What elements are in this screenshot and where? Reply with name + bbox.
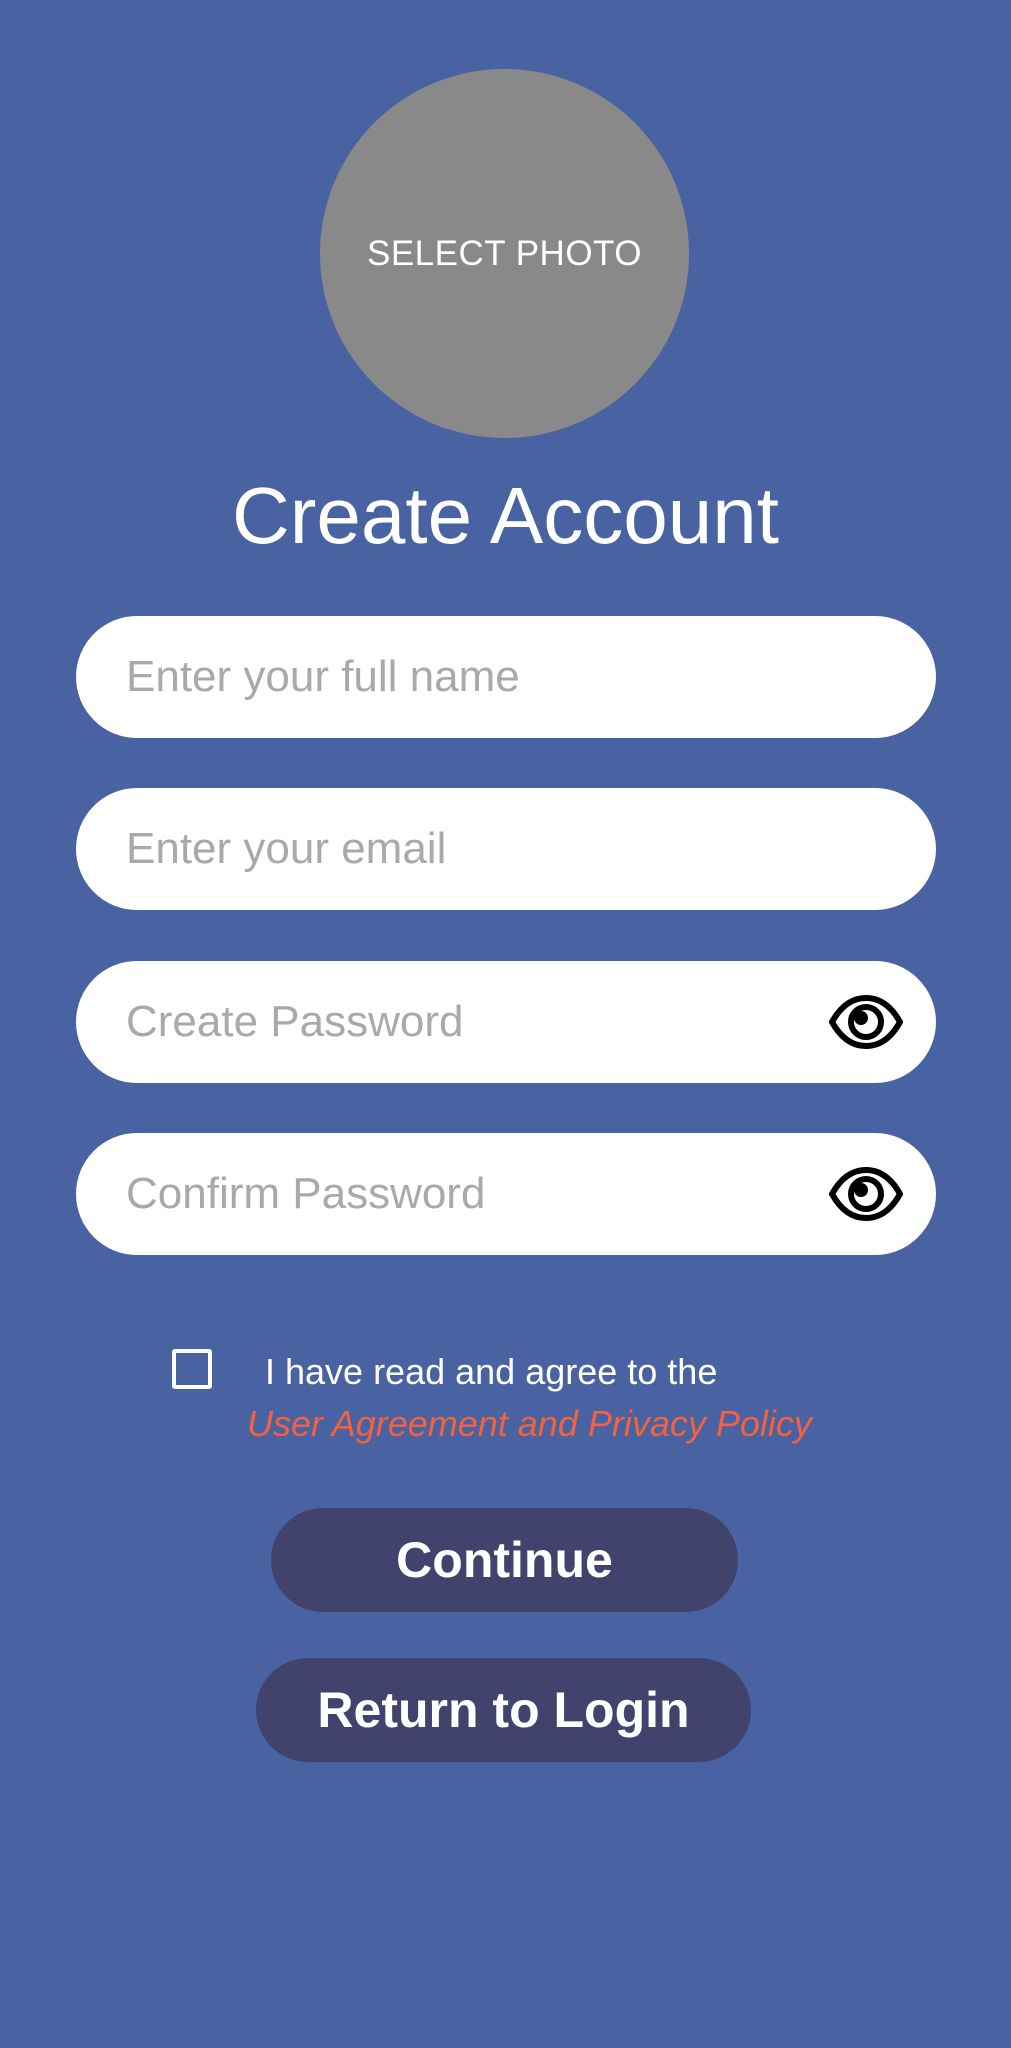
confirm-password-field-container	[76, 1133, 936, 1255]
password-field-container	[76, 961, 936, 1083]
return-to-login-button[interactable]: Return to Login	[256, 1658, 751, 1762]
eye-icon[interactable]	[826, 1154, 906, 1234]
email-field-container	[76, 788, 936, 910]
select-photo-label: SELECT PHOTO	[366, 233, 643, 273]
confirm-password-input[interactable]	[126, 1169, 826, 1219]
full-name-field-container	[76, 616, 936, 738]
eye-icon[interactable]	[826, 982, 906, 1062]
continue-button[interactable]: Continue	[271, 1508, 738, 1612]
select-photo-button[interactable]: SELECT PHOTO	[320, 69, 689, 438]
page-title: Create Account	[232, 471, 779, 560]
agreement-checkbox[interactable]	[172, 1349, 212, 1389]
email-input[interactable]	[126, 824, 886, 874]
user-agreement-privacy-policy-link[interactable]: User Agreement and Privacy Policy	[247, 1403, 812, 1445]
agreement-text: I have read and agree to the	[265, 1351, 718, 1392]
password-input[interactable]	[126, 997, 826, 1047]
full-name-input[interactable]	[126, 652, 886, 702]
